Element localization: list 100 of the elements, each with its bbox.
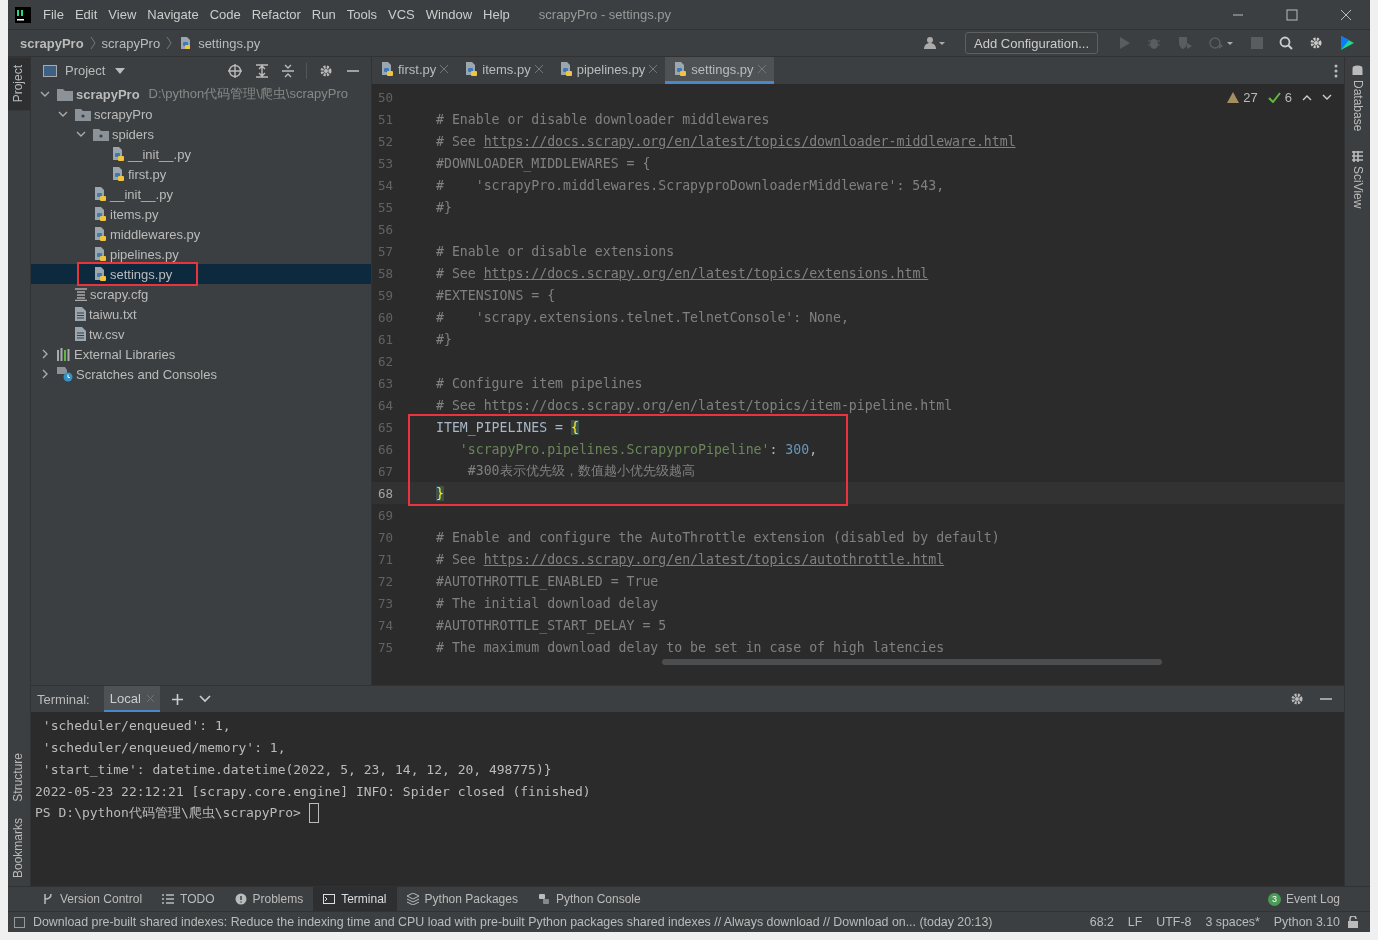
caret-icon[interactable] [115,67,126,74]
url-link[interactable]: https://docs.scrapy.org/en/latest/topics/extensions.html [483,265,929,281]
breadcrumb[interactable]: scrapyPro [101,35,161,51]
tree-item-label[interactable]: pipelines.py [110,246,179,262]
menu-item[interactable]: File [43,7,64,22]
tree-row[interactable]: tw.csv [31,324,371,344]
search-icon[interactable] [1279,36,1293,50]
tree-item-label[interactable]: tw.csv [89,326,125,342]
status-square-icon[interactable] [14,916,25,928]
chevron-icon[interactable] [58,110,68,118]
tree-row[interactable]: items.py [31,204,371,224]
toolbox-logo-icon[interactable] [1339,35,1355,51]
expand-all-icon[interactable] [256,63,268,78]
tree-row[interactable]: middlewares.py [31,224,371,244]
tree-item-label[interactable]: External Libraries [74,346,176,362]
menu-item[interactable]: View [108,7,137,22]
menu-item[interactable]: Tools [346,7,378,22]
tree-item-label[interactable]: middlewares.py [110,226,201,242]
settings-icon[interactable] [319,63,333,78]
tree-item-label[interactable]: scrapyPro [76,86,140,102]
menu-item[interactable]: Edit [74,7,98,22]
tool-window-tab[interactable]: SciView [1350,166,1365,209]
crosshair-icon[interactable] [228,63,242,78]
plus-icon[interactable] [171,693,183,705]
tree-row[interactable]: scrapyPro D:\python代码管理\爬虫\scrapyPro [31,84,371,104]
tool-tab[interactable]: Terminal [313,887,397,911]
check-count[interactable]: 6 [1284,90,1292,105]
status-message[interactable]: Download pre-built shared indexes: Reduce the indexing time and CPU load with pre-built Python packages shared indexes // Always download // Download on... (today 20:13) [33,915,993,929]
menu-item[interactable]: VCS [388,7,415,22]
lock-icon[interactable] [1348,916,1358,928]
menu-item[interactable]: Run [311,7,336,22]
chevron-icon[interactable] [76,130,86,138]
menu-item[interactable]: Help [483,7,510,22]
status-item[interactable]: Python 3.10 [1273,915,1340,929]
more-icon[interactable] [1334,63,1338,78]
tool-tab[interactable]: Version Control [32,887,153,911]
status-item[interactable]: LF [1127,915,1143,929]
tree-row[interactable]: __init__.py [31,144,371,164]
status-item[interactable]: 3 spaces* [1205,915,1260,929]
editor-tab[interactable]: settings.py [665,57,774,84]
close-icon[interactable] [1340,8,1352,21]
tree-row[interactable]: Scratches and Consoles [31,364,371,384]
tree-item-label[interactable]: __init__.py [110,186,173,202]
tree-row[interactable]: scrapy.cfg [31,284,371,304]
tool-window-tab[interactable]: Project [8,57,30,111]
menu-item[interactable]: Refactor [251,7,301,22]
menu-item[interactable]: Code [209,7,241,22]
menu-item[interactable]: Window [425,7,473,22]
tool-window-tab[interactable]: Database [1350,80,1365,132]
breadcrumb[interactable]: settings.py [198,35,261,51]
tool-tab[interactable]: Problems [224,887,314,911]
tool-tab[interactable]: Python Packages [396,887,528,911]
tree-item-label[interactable]: items.py [110,206,159,222]
close-icon[interactable] [534,65,543,73]
warning-count[interactable]: 27 [1243,90,1258,105]
tree-row[interactable]: __init__.py [31,184,371,204]
status-item[interactable]: 68:2 [1089,915,1114,929]
chevron-icon[interactable] [41,349,49,359]
tree-row[interactable]: pipelines.py [31,244,371,264]
tree-row[interactable]: first.py [31,164,371,184]
tool-window-tab[interactable]: Bookmarks [8,809,30,886]
grid-icon[interactable] [1352,151,1363,163]
warning-icon[interactable] [1227,92,1240,103]
tool-tab[interactable]: TODO [152,887,225,911]
chevron-down-icon[interactable] [1322,94,1332,101]
tree-item-label[interactable]: Scratches and Consoles [76,366,217,382]
tree-row[interactable]: settings.py [31,264,371,284]
tree-row[interactable]: scrapyPro [31,104,371,124]
url-link[interactable]: https://docs.scrapy.org/en/latest/topics/autothrottle.html [483,551,945,567]
tool-window-tab[interactable]: Structure [8,745,30,810]
menu-item[interactable]: Navigate [147,7,199,22]
event-log-tab[interactable]: Event Log [1285,892,1340,906]
tree-item-label[interactable]: scrapyPro [94,106,153,122]
panel-title[interactable]: Project [65,63,106,78]
tree-row[interactable]: taiwu.txt [31,304,371,324]
chevron-up-icon[interactable] [1302,94,1312,101]
tree-item-label[interactable]: first.py [128,166,167,182]
settings-icon[interactable] [1309,36,1323,50]
tool-tab[interactable]: Python Console [527,887,651,911]
chevron-down-icon[interactable] [198,695,211,703]
tree-row[interactable]: External Libraries [31,344,371,364]
collapse-all-icon[interactable] [282,63,294,78]
scrollbar[interactable] [662,659,1162,665]
settings-icon[interactable] [1290,692,1304,706]
tree-item-label[interactable]: spiders [112,126,154,142]
maximize-icon[interactable] [1286,8,1298,21]
add-configuration-button[interactable]: Add Configuration... [965,32,1098,54]
editor-tab[interactable]: items.py [456,57,551,84]
chevron-icon[interactable] [41,369,49,379]
status-item[interactable]: UTF-8 [1156,915,1192,929]
user-icon[interactable] [923,36,948,50]
session-tab[interactable]: Local [103,686,160,712]
database-icon[interactable] [1352,65,1363,76]
url-link[interactable]: https://docs.scrapy.org/en/latest/topics/downloader-middleware.html [483,133,1016,149]
check-icon[interactable] [1267,92,1281,103]
tree-item-label[interactable]: scrapy.cfg [90,286,149,302]
tree-row[interactable]: spiders [31,124,371,144]
tree-item-label[interactable]: taiwu.txt [89,306,137,322]
tree-item-label[interactable]: __init__.py [128,146,191,162]
close-icon[interactable] [649,65,658,73]
